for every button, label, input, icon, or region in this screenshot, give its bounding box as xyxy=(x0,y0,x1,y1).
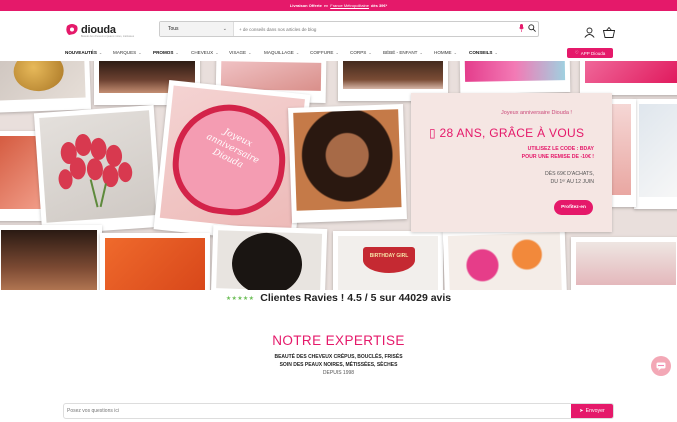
search-icon[interactable] xyxy=(526,24,538,34)
brand-tagline: Beauté des cheveux et peaux noires, méti… xyxy=(81,35,135,38)
chevron-down-icon: ⌄ xyxy=(295,50,300,55)
search-bar: Tous ⌄ xyxy=(159,21,539,37)
brand-logo-icon xyxy=(66,24,78,35)
brand-logo[interactable]: diouda Beauté des cheveux et peaux noire… xyxy=(65,24,134,38)
microphone-icon[interactable] xyxy=(516,24,526,34)
nav-item-bebe-enfant[interactable]: BÉBÉ - ENFANT ⌄ xyxy=(383,50,423,55)
cart-icon[interactable] xyxy=(602,25,616,43)
heart-icon: ♡ xyxy=(574,50,579,55)
reviews-bar[interactable]: ★★★★★ Clientes Ravies ! 4.5 / 5 sur 4402… xyxy=(0,291,677,305)
nav-item-nouveautes[interactable]: NOUVEAUTÉS ⌄ xyxy=(65,50,102,55)
expertise-line-hair: BEAUTÉ DES CHEVEUX CRÉPUS, BOUCLÉS, FRIS… xyxy=(274,354,403,360)
send-button-label: Envoyer xyxy=(585,408,605,414)
expertise-since: DEPUIS 1998 xyxy=(322,370,355,376)
afro-hair-photo xyxy=(210,225,328,290)
cocktail-glass xyxy=(363,247,415,273)
orange-pink-flowers-photo xyxy=(442,226,568,290)
promo-code-line1: UTILISEZ LE CODE : BDAY xyxy=(527,146,594,152)
birthday-glass-photo: BIRTHDAY GIRL xyxy=(333,231,443,290)
chevron-down-icon: ⌄ xyxy=(215,50,219,55)
expertise-line-skin: SOIN DES PEAUX NOIRES, MÉTISSÉES, SÈCHES xyxy=(279,362,398,368)
bougainvillea-photo xyxy=(459,61,571,94)
shipping-banner: Livraison Offerte en France Métropolitai… xyxy=(0,0,677,11)
promo-code: UTILISEZ LE CODE : BDAY POUR UNE REMISE … xyxy=(522,146,594,162)
send-button[interactable]: ➤ Envoyer xyxy=(571,404,613,418)
chevron-down-icon: ⌄ xyxy=(419,50,423,55)
expertise-lines: BEAUTÉ DES CHEVEUX CRÉPUS, BOUCLÉS, FRIS… xyxy=(0,353,677,377)
app-button[interactable]: ♡ APP Diouda xyxy=(567,48,613,58)
promo-greeting: Joyeux anniversaire Diouda ! xyxy=(501,110,572,116)
send-icon: ➤ xyxy=(579,408,584,414)
nav-item-promos[interactable]: PROMOS ⌄ xyxy=(153,50,179,55)
reviews-text: Clientes Ravies ! 4.5 / 5 sur 44029 avis xyxy=(260,292,452,304)
chevron-down-icon: ⌄ xyxy=(453,50,457,55)
expertise-title: NOTRE EXPERTISE xyxy=(272,333,405,348)
promo-code-line2: POUR UNE REMISE DE -10€ ! xyxy=(521,153,594,160)
chevron-down-icon: ⌄ xyxy=(368,50,372,55)
shipping-mid: en xyxy=(323,3,329,8)
shipping-link[interactable]: France Métropolitaine xyxy=(330,3,369,8)
chevron-down-icon: ⌄ xyxy=(222,26,227,32)
chevron-down-icon: ⌄ xyxy=(138,50,142,55)
balloon-photo xyxy=(0,61,92,113)
chevron-down-icon: ⌄ xyxy=(248,50,252,55)
rating-stars: ★★★★★ xyxy=(225,295,255,302)
hero-banner[interactable]: Joyeux anniversaire Diouda BIRTHDAY GIRL… xyxy=(0,61,677,290)
shipping-prefix: Livraison Offerte xyxy=(289,3,322,8)
promo-card: Joyeux anniversaire Diouda ! ▯ 28 ANS, G… xyxy=(411,93,612,232)
promo-conditions: DÈS 69€ D'ACHATS, DU 1ᵉʳ AU 12 JUIN xyxy=(545,170,594,186)
chat-button[interactable] xyxy=(651,356,671,376)
friends-photo xyxy=(0,225,102,290)
promo-headline: ▯ 28 ANS, GRÂCE À VOUS xyxy=(429,126,585,140)
nav-item-homme[interactable]: HOMME ⌄ xyxy=(434,50,457,55)
promo-cond-line1: DÈS 69€ D'ACHATS, xyxy=(544,171,594,177)
chat-icon xyxy=(656,362,666,371)
glass-text: BIRTHDAY GIRL xyxy=(369,253,409,259)
tulips-photo xyxy=(33,104,163,236)
chevron-down-icon: ⌄ xyxy=(494,50,498,55)
nav-item-marques[interactable]: MARQUES ⌄ xyxy=(113,50,142,55)
nav-item-conseils[interactable]: CONSEILS ⌄ xyxy=(469,50,498,55)
chevron-down-icon: ⌄ xyxy=(98,50,103,55)
cake-photo: Joyeux anniversaire Diouda xyxy=(153,79,311,245)
account-icon[interactable] xyxy=(584,25,595,43)
glass-bubble-photo xyxy=(634,99,677,209)
nav-item-coiffure[interactable]: COIFFURE ⌄ xyxy=(310,50,339,55)
search-input[interactable] xyxy=(234,26,516,32)
question-input[interactable] xyxy=(64,408,571,414)
nav-item-visage[interactable]: VISAGE ⌄ xyxy=(229,50,251,55)
chevron-down-icon: ⌄ xyxy=(175,50,179,55)
promo-cond-line2: DU 1ᵉʳ AU 12 JUIN xyxy=(550,179,594,186)
search-category-value: Tous xyxy=(168,26,179,32)
promo-cta-button[interactable]: Profitez-en xyxy=(554,200,593,215)
question-form: ➤ Envoyer xyxy=(63,403,614,419)
pink-flowers-photo xyxy=(580,61,677,95)
chevron-down-icon: ⌄ xyxy=(335,50,339,55)
pink-heart-cake-photo xyxy=(571,237,677,290)
nav-item-cheveux[interactable]: CHEVEUX ⌄ xyxy=(191,50,219,55)
nav-item-maquillage[interactable]: MAQUILLAGE ⌄ xyxy=(264,50,299,55)
tulips-illustration xyxy=(58,133,133,208)
woman-smile-photo-2 xyxy=(288,104,407,223)
orange-lily-photo xyxy=(100,233,210,290)
app-button-label: APP Diouda xyxy=(580,50,606,56)
search-category-select[interactable]: Tous ⌄ xyxy=(160,22,234,36)
shipping-suffix: dès 39€* xyxy=(370,3,388,8)
nav-item-corps[interactable]: CORPS ⌄ xyxy=(350,50,372,55)
site-header: diouda Beauté des cheveux et peaux noire… xyxy=(0,11,677,47)
